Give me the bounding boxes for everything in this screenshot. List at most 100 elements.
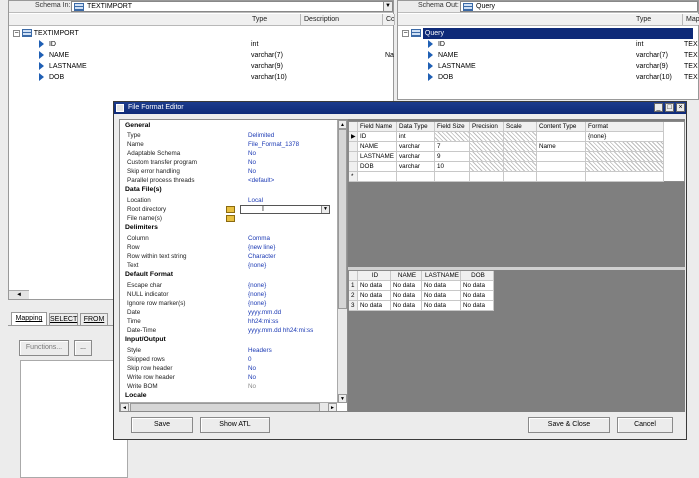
grid-cell[interactable]: 7 <box>435 142 470 152</box>
tree-field[interactable]: NAME varchar(7) Na <box>39 50 394 61</box>
tree-field[interactable]: LASTNAME varchar(9) TEX <box>428 61 698 72</box>
prop-row[interactable]: Style Headers <box>122 346 334 355</box>
column-header[interactable]: DOB <box>461 271 494 281</box>
prop-value[interactable]: Delimited <box>248 131 274 140</box>
column-header[interactable]: Scale <box>504 122 537 132</box>
tree-field[interactable]: ID int <box>39 39 389 50</box>
prop-value[interactable]: Character <box>248 252 276 261</box>
prop-row[interactable]: Root directory I ▼ <box>122 205 334 214</box>
prop-row[interactable]: Text {none} <box>122 261 334 270</box>
column-header[interactable]: Field Name <box>358 122 397 132</box>
mapping-editor[interactable] <box>20 360 128 478</box>
prop-value[interactable]: File_Format_1378 <box>248 140 299 149</box>
close-icon[interactable]: × <box>676 103 685 112</box>
prop-value[interactable]: {none} <box>248 290 266 299</box>
grid-cell[interactable]: int <box>397 132 435 142</box>
grid-cell[interactable] <box>537 132 586 142</box>
prop-row[interactable]: Location Local <box>122 196 334 205</box>
schema-out-select[interactable]: Query <box>460 1 698 12</box>
grid-cell[interactable]: NAME <box>358 142 397 152</box>
grid-cell[interactable]: No data <box>358 291 391 301</box>
grid-cell[interactable] <box>537 172 586 182</box>
column-header[interactable]: Type <box>249 14 301 25</box>
save-button[interactable]: Save <box>131 417 193 433</box>
tree-field[interactable]: DOB varchar(10) TEX <box>428 72 698 83</box>
row-selector[interactable] <box>349 152 358 162</box>
tab-select[interactable]: SELECT <box>49 313 78 325</box>
grid-cell[interactable]: No data <box>422 291 461 301</box>
grid-cell[interactable]: No data <box>391 291 422 301</box>
folder-icon[interactable] <box>226 206 235 213</box>
prop-value[interactable]: yyyy.mm.dd hh24:mi:ss <box>248 326 313 335</box>
new-row-marker[interactable]: * <box>349 172 358 182</box>
grid-cell[interactable]: No data <box>461 301 494 311</box>
grid-cell[interactable]: 9 <box>435 152 470 162</box>
grid-cell[interactable]: No data <box>461 281 494 291</box>
prop-value[interactable]: Headers <box>248 346 272 355</box>
functions-button[interactable]: Functions... <box>19 340 69 356</box>
prop-value[interactable]: No <box>248 158 256 167</box>
prop-row[interactable]: Ignore row marker(s) {none} <box>122 299 334 308</box>
tree-field[interactable]: NAME varchar(7) TEX <box>428 50 698 61</box>
column-header[interactable]: Mapp <box>683 14 699 25</box>
prop-value[interactable]: {none} <box>248 281 266 290</box>
grid-cell[interactable] <box>504 172 537 182</box>
scroll-right-icon[interactable]: ► <box>328 403 337 411</box>
prop-row[interactable]: Write BOM No <box>122 382 334 391</box>
prop-row[interactable]: Escape char {none} <box>122 281 334 290</box>
grid-cell[interactable]: {none} <box>586 132 664 142</box>
grid-cell[interactable]: No data <box>422 301 461 311</box>
grid-cell[interactable]: No data <box>358 301 391 311</box>
grid-cell[interactable]: 10 <box>435 162 470 172</box>
prop-value[interactable]: No <box>248 373 256 382</box>
prop-row[interactable]: Name File_Format_1378 <box>122 140 334 149</box>
collapse-icon[interactable]: − <box>13 29 20 37</box>
prop-value[interactable]: yyyy.mm.dd <box>248 308 281 317</box>
grid-cell[interactable]: No data <box>461 291 494 301</box>
prop-value[interactable]: No <box>248 364 256 373</box>
column-header[interactable]: Data Type <box>397 122 435 132</box>
prop-row[interactable]: Date yyyy.mm.dd <box>122 308 334 317</box>
column-header[interactable]: Type <box>633 14 683 25</box>
prop-row[interactable]: Date-Time yyyy.mm.dd hh24:mi:ss <box>122 326 334 335</box>
show-atl-button[interactable]: Show ATL <box>200 417 270 433</box>
prop-value[interactable]: No <box>248 382 256 391</box>
scroll-thumb[interactable] <box>338 129 347 309</box>
collapse-icon[interactable]: − <box>402 29 409 37</box>
grid-cell[interactable]: Name <box>537 142 586 152</box>
grid-cell[interactable]: No data <box>391 301 422 311</box>
column-header[interactable]: Description <box>301 14 383 25</box>
column-header[interactable]: Co <box>383 14 395 25</box>
grid-cell[interactable]: varchar <box>397 162 435 172</box>
scroll-left-icon[interactable]: ◄ <box>120 403 129 411</box>
prop-row[interactable]: Time hh24:mi:ss <box>122 317 334 326</box>
column-header[interactable]: Content Type <box>537 122 586 132</box>
chevron-down-icon[interactable]: ▼ <box>383 2 392 11</box>
row-selector[interactable] <box>349 142 358 152</box>
grid-cell[interactable] <box>435 172 470 182</box>
grid-cell[interactable]: LASTNAME <box>358 152 397 162</box>
prop-row[interactable]: Parallel process threads <default> <box>122 176 334 185</box>
column-header[interactable]: LASTNAME <box>422 271 461 281</box>
horizontal-scrollbar[interactable]: ◄ <box>9 290 29 299</box>
grid-cell[interactable] <box>537 162 586 172</box>
prop-value[interactable]: {new line} <box>248 243 275 252</box>
tree-root[interactable]: − TEXTIMPORT <box>13 28 79 39</box>
column-header[interactable]: ID <box>358 271 391 281</box>
prop-row[interactable]: Adaptable Schema No <box>122 149 334 158</box>
row-selector[interactable] <box>349 162 358 172</box>
dialog-titlebar[interactable]: File Format Editor _ □ × <box>114 102 686 114</box>
prop-row[interactable]: Skip error handling No <box>122 167 334 176</box>
prop-row[interactable]: Write row header No <box>122 373 334 382</box>
grid-cell[interactable] <box>537 152 586 162</box>
scroll-thumb[interactable] <box>130 403 320 411</box>
grid-cell[interactable]: No data <box>358 281 391 291</box>
column-header[interactable]: Precision <box>470 122 504 132</box>
prop-row[interactable]: Skip row header No <box>122 364 334 373</box>
column-header[interactable]: Format <box>586 122 664 132</box>
minimize-icon[interactable]: _ <box>654 103 663 112</box>
prop-row[interactable]: Row within text string Character <box>122 252 334 261</box>
grid-cell[interactable] <box>358 172 397 182</box>
grid-cell[interactable] <box>470 172 504 182</box>
grid-cell[interactable]: No data <box>422 281 461 291</box>
